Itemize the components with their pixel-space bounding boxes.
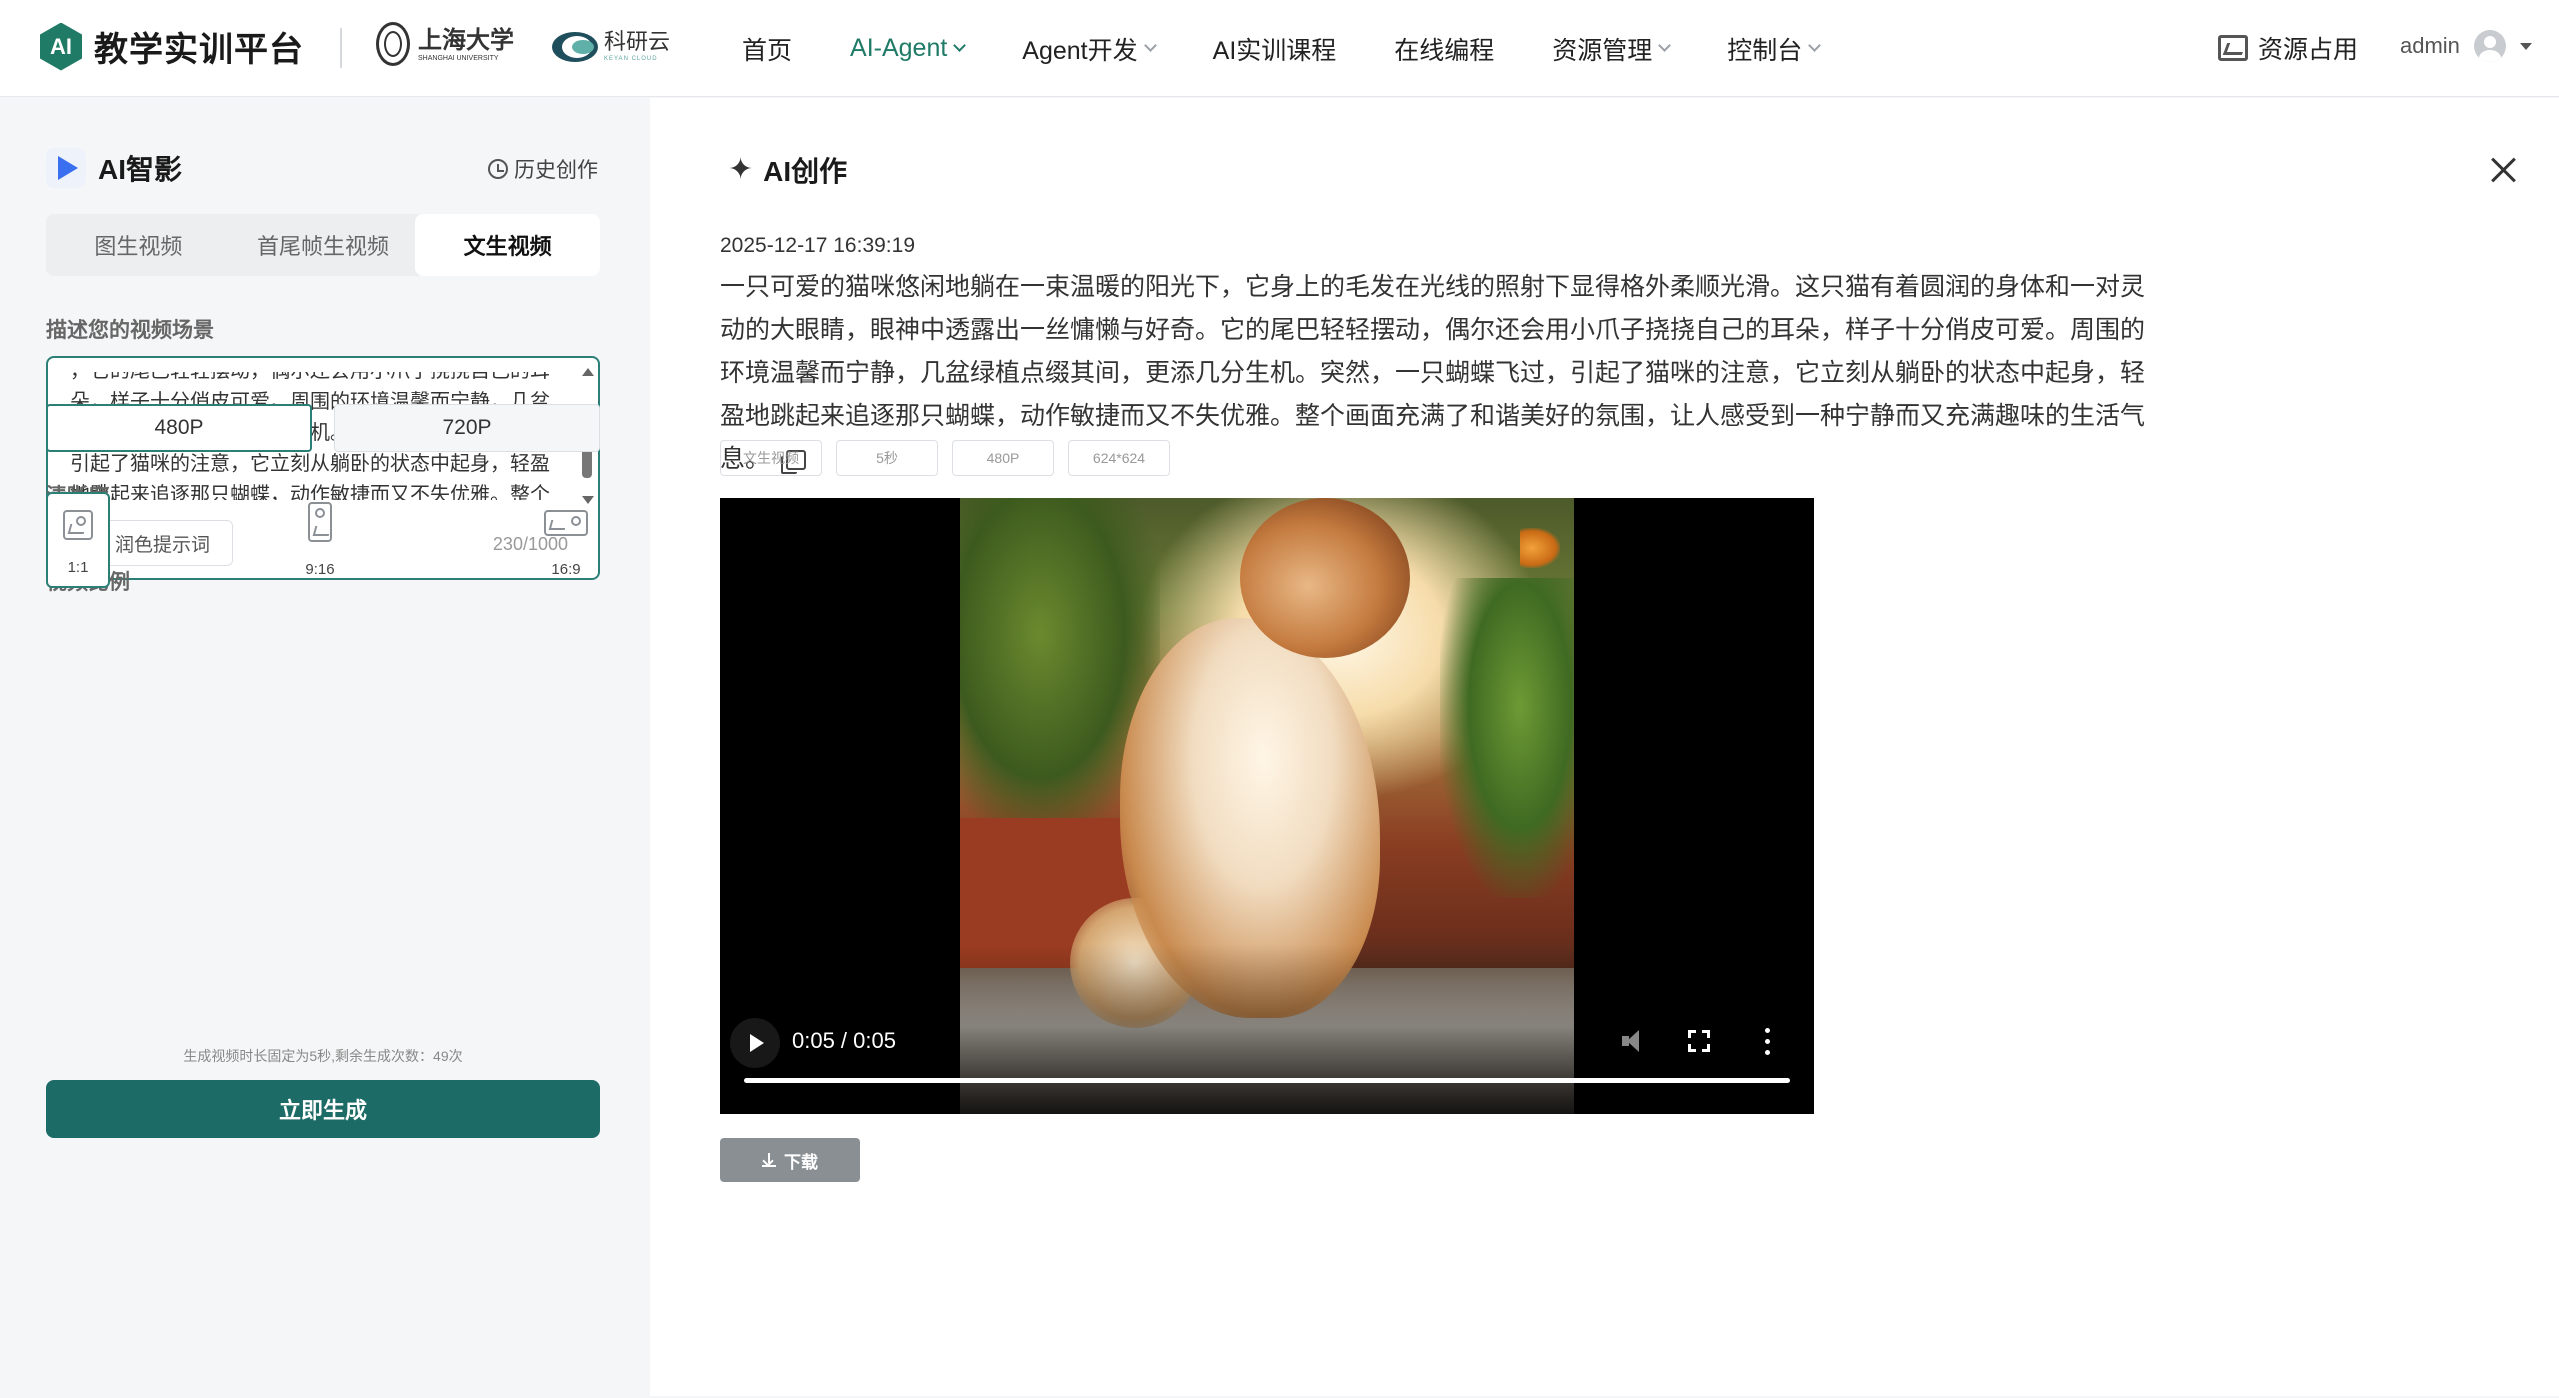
cloud-logo-icon xyxy=(552,26,598,66)
caret-down-icon xyxy=(2519,42,2532,50)
aspect-ratio-options: 1:1 9:16 16:9 xyxy=(46,492,600,588)
mode-tabs: 图生视频 首尾帧生视频 文生视频 xyxy=(46,214,601,276)
top-navbar: AI 教学实训平台 上海大学 SHANGHAI UNIVERSITY 科研云 K… xyxy=(0,0,2559,97)
result-header: ✦ AI创作 xyxy=(728,150,847,190)
clock-icon xyxy=(488,159,508,179)
chevron-down-icon xyxy=(1143,39,1157,52)
user-menu[interactable]: admin xyxy=(2400,30,2532,62)
fullscreen-icon[interactable] xyxy=(1688,1030,1710,1052)
nav-item-home[interactable]: 首页 xyxy=(742,31,792,67)
video-time: 0:05 / 0:05 xyxy=(792,1028,896,1053)
history-button[interactable]: 历史创作 xyxy=(488,154,598,184)
panel-title: AI智影 xyxy=(98,154,183,185)
download-label: 下载 xyxy=(784,1152,818,1172)
generation-note: 生成视频时长固定为5秒,剩余生成次数：49次 xyxy=(183,1048,463,1064)
avatar-icon xyxy=(2473,30,2506,62)
tag-duration: 5秒 xyxy=(836,440,938,476)
ratio-option-9-16[interactable]: 9:16 xyxy=(288,492,352,588)
generate-button[interactable]: 立即生成 xyxy=(46,1080,600,1138)
nav-item-agent-dev[interactable]: Agent开发 xyxy=(1022,31,1157,67)
partner1-english-name: SHANGHAI UNIVERSITY xyxy=(418,54,499,62)
partner2-name: 科研云 xyxy=(604,29,671,54)
sparkle-icon: ✦ xyxy=(728,153,754,186)
tag-size: 624*624 xyxy=(1068,440,1170,476)
scroll-up-arrow-icon[interactable] xyxy=(582,368,594,376)
volume-icon[interactable] xyxy=(1620,1026,1650,1056)
resolution-option-720p[interactable]: 720P xyxy=(334,404,600,452)
partner-logo-shanghai-university: 上海大学 SHANGHAI UNIVERSITY xyxy=(376,22,514,66)
tab-image-to-video[interactable]: 图生视频 xyxy=(46,214,231,276)
tab-first-last-frame-video[interactable]: 首尾帧生视频 xyxy=(231,214,416,276)
more-options-icon[interactable] xyxy=(1762,1028,1772,1056)
close-icon[interactable] xyxy=(2490,156,2518,184)
image-landscape-icon xyxy=(544,510,588,536)
nav-item-resource-management[interactable]: 资源管理 xyxy=(1552,31,1672,67)
chevron-down-icon xyxy=(1658,39,1672,52)
brand[interactable]: AI 教学实训平台 xyxy=(40,22,304,71)
ratio-option-16-9[interactable]: 16:9 xyxy=(534,492,598,588)
image-square-icon xyxy=(63,510,93,540)
nav-item-online-coding[interactable]: 在线编程 xyxy=(1394,31,1494,67)
nav-item-console[interactable]: 控制台 xyxy=(1727,31,1822,67)
university-seal-icon xyxy=(376,22,410,66)
brand-name: 教学实训平台 xyxy=(94,31,304,69)
username: admin xyxy=(2400,33,2460,58)
main-nav: 首页 AI-Agent Agent开发 AI实训课程 在线编程 资源管理 控制台 xyxy=(742,0,1877,97)
resolution-option-480p[interactable]: 480P xyxy=(46,404,312,452)
resource-usage-button[interactable]: 资源占用 xyxy=(2218,30,2358,66)
play-logo-icon xyxy=(46,148,86,188)
image-portrait-icon xyxy=(308,502,332,542)
video-player[interactable]: 0:05 / 0:05 xyxy=(720,498,1814,1114)
history-label: 历史创作 xyxy=(514,159,598,182)
chevron-down-icon xyxy=(1808,39,1822,52)
partner1-name: 上海大学 xyxy=(418,24,514,54)
partner-logo-keyan-cloud: 科研云 KEYAN CLOUD xyxy=(552,26,670,66)
partner2-english-name: KEYAN CLOUD xyxy=(604,56,658,62)
download-icon xyxy=(762,1153,776,1167)
creation-timestamp: 2025-12-17 16:39:19 xyxy=(720,234,915,257)
video-settings-panel: AI智影 历史创作 图生视频 首尾帧生视频 文生视频 描述您的视频场景 ，它的尾… xyxy=(0,98,648,1396)
chevron-down-icon xyxy=(953,39,967,52)
tab-text-to-video[interactable]: 文生视频 xyxy=(415,214,601,276)
creation-result-panel: ✦ AI创作 2025-12-17 16:39:19 一只可爱的猫咪悠闲地躺在一… xyxy=(650,98,2559,1396)
tag-resolution: 480P xyxy=(952,440,1054,476)
play-icon[interactable] xyxy=(730,1018,780,1068)
result-title: AI创作 xyxy=(763,156,848,187)
nav-item-ai-agent[interactable]: AI-Agent xyxy=(850,34,967,63)
download-button[interactable]: 下载 xyxy=(720,1138,860,1182)
resource-usage-label: 资源占用 xyxy=(2258,36,2359,64)
nav-item-ai-courses[interactable]: AI实训课程 xyxy=(1213,31,1337,67)
panel-header: AI智影 xyxy=(46,148,182,188)
butterfly-image xyxy=(1520,528,1560,568)
video-progress-bar[interactable] xyxy=(744,1078,1790,1083)
ratio-option-1-1[interactable]: 1:1 xyxy=(46,492,110,588)
tag-mode: 文生视频 xyxy=(720,440,822,476)
resolution-options: 480P 720P xyxy=(46,404,600,452)
brand-logo-icon: AI xyxy=(40,22,82,71)
prompt-label: 描述您的视频场景 xyxy=(46,319,214,342)
monitor-icon xyxy=(2218,35,2248,61)
video-meta-tags: 文生视频 5秒 480P 624*624 xyxy=(720,440,1170,476)
brand-divider xyxy=(340,28,342,68)
